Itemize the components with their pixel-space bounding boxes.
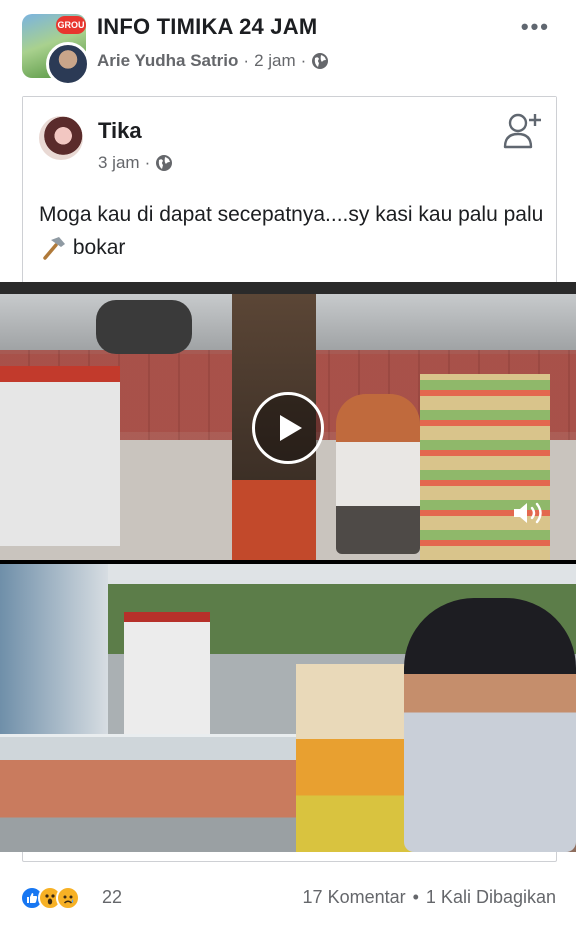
more-icon[interactable]: ••• [521, 14, 550, 40]
boy-figure [404, 598, 576, 852]
play-icon [279, 415, 302, 441]
meta-dot: • [412, 887, 419, 907]
meta-separator: · [300, 51, 307, 70]
glass-counter [0, 734, 300, 852]
engagement-meta: 17 Komentar • 1 Kali Dibagikan [303, 887, 556, 908]
reaction-icons[interactable] [20, 886, 80, 910]
post-header: GROU INFO TIMIKA 24 JAM Arie Yudha Satri… [0, 0, 576, 96]
add-friend-icon[interactable] [502, 111, 542, 151]
globe-icon [156, 155, 173, 171]
freezer [124, 612, 210, 742]
play-button[interactable] [252, 392, 324, 464]
group-badge: GROU [56, 16, 86, 34]
group-name[interactable]: INFO TIMIKA 24 JAM [97, 14, 317, 40]
author-avatar[interactable] [46, 42, 90, 86]
meta-separator: · [144, 153, 151, 172]
shared-post-text: Moga kau di dapat secepatnya....sy kasi … [39, 198, 549, 264]
meta-separator: · [243, 51, 250, 70]
post-time[interactable]: 2 jam [254, 51, 296, 71]
shared-author-avatar[interactable] [39, 116, 83, 160]
reaction-count[interactable]: 22 [102, 887, 122, 908]
shop-shelf [420, 374, 550, 560]
video-player[interactable] [0, 282, 576, 852]
post-text-part1: Moga kau di dapat secepatnya....sy kasi … [39, 203, 544, 226]
volume-icon[interactable] [512, 498, 546, 528]
motorbike [96, 300, 192, 354]
post-author[interactable]: Arie Yudha Satrio [97, 51, 238, 71]
shared-post-time[interactable]: 3 jam [98, 153, 140, 173]
freezer [0, 366, 120, 546]
post-footer: 22 17 Komentar • 1 Kali Dibagikan [0, 878, 576, 918]
globe-icon [312, 53, 329, 69]
sad-reaction-icon [56, 886, 80, 910]
person-figure [336, 394, 420, 554]
post-meta: Arie Yudha Satrio · 2 jam · [97, 51, 329, 71]
shared-post-header: Tika 3 jam · Moga kau di dapat secepatny… [23, 97, 556, 283]
comments-count[interactable]: 17 Komentar [303, 887, 406, 908]
shared-post-meta: 3 jam · [98, 153, 173, 173]
hammer-icon [43, 237, 65, 261]
cctv-frame-bottom [0, 564, 576, 852]
shares-count[interactable]: 1 Kali Dibagikan [426, 887, 556, 908]
post-text-part2: bokar [72, 236, 126, 259]
shared-author-name[interactable]: Tika [98, 118, 142, 144]
